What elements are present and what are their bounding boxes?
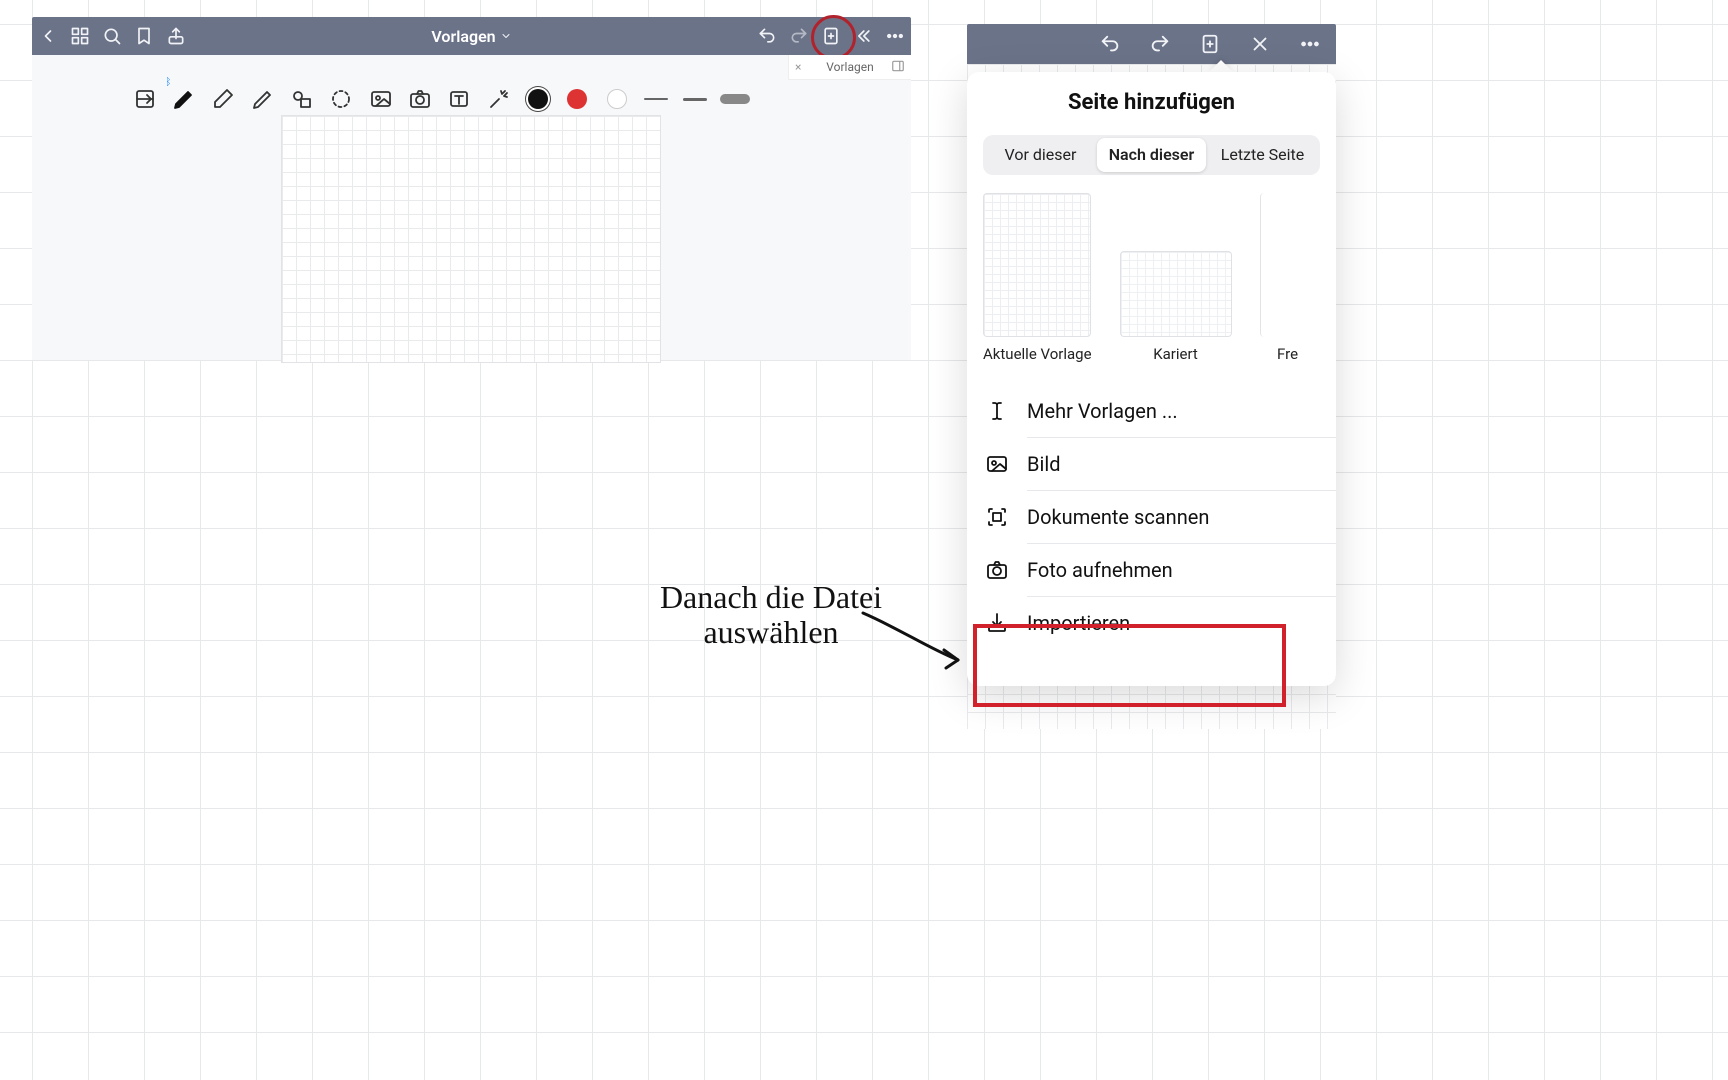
app1-page-thumbnail[interactable] xyxy=(282,116,660,362)
add-page-menu: Mehr Vorlagen ... Bild Dokumente scannen… xyxy=(967,385,1336,649)
app2-redo-icon[interactable] xyxy=(1142,26,1178,62)
popover-caret xyxy=(1209,60,1233,72)
highlighter-tool-icon[interactable] xyxy=(248,83,277,115)
share-icon[interactable] xyxy=(160,26,192,46)
app1-top-bar: Vorlagen xyxy=(32,17,911,55)
add-page-popover: Seite hinzufügen Vor dieser Nach dieser … xyxy=(967,72,1336,686)
redo-icon[interactable] xyxy=(783,26,815,46)
app2-close-icon[interactable] xyxy=(1242,26,1278,62)
template-squared-thumb xyxy=(1120,251,1232,337)
app1-tab[interactable]: × Vorlagen xyxy=(788,55,911,80)
menu-more-templates[interactable]: Mehr Vorlagen ... xyxy=(967,385,1336,437)
app1-tab-label: Vorlagen xyxy=(826,60,873,74)
segment-after-this[interactable]: Nach dieser xyxy=(1097,138,1206,172)
camera-icon xyxy=(985,558,1009,582)
bookmark-icon[interactable] xyxy=(128,26,160,46)
menu-scan-documents[interactable]: Dokumente scannen xyxy=(967,491,1336,543)
line-medium[interactable] xyxy=(681,83,710,115)
text-tool-icon[interactable] xyxy=(445,83,474,115)
thumbnails-icon[interactable] xyxy=(64,26,96,46)
laser-tool-icon[interactable] xyxy=(484,83,513,115)
menu-import[interactable]: Importieren xyxy=(967,597,1336,649)
lasso-tool-icon[interactable] xyxy=(327,83,356,115)
color-red-swatch[interactable] xyxy=(563,83,592,115)
template-free-label: Fre xyxy=(1277,345,1298,363)
menu-import-label: Importieren xyxy=(1027,611,1130,635)
app1-title-text: Vorlagen xyxy=(431,27,495,46)
app2-undo-icon[interactable] xyxy=(1092,26,1128,62)
undo-icon[interactable] xyxy=(751,26,783,46)
image-tool-icon[interactable] xyxy=(366,83,395,115)
back-icon[interactable] xyxy=(32,26,64,46)
tool-strip: ᛒ xyxy=(130,82,750,116)
color-black-swatch[interactable] xyxy=(523,83,552,115)
template-squared[interactable]: Kariert xyxy=(1120,251,1232,363)
templates-row: Aktuelle Vorlage Kariert Fre xyxy=(967,193,1336,363)
popover-title: Seite hinzufügen xyxy=(967,72,1336,125)
app1-title[interactable]: Vorlagen xyxy=(192,27,751,46)
add-page-icon[interactable] xyxy=(815,26,847,46)
menu-image-label: Bild xyxy=(1027,452,1060,476)
tab-layout-icon[interactable] xyxy=(891,59,905,76)
template-free-thumb xyxy=(1260,193,1316,337)
line-thick[interactable] xyxy=(720,83,750,115)
template-current-label: Aktuelle Vorlage xyxy=(983,345,1092,363)
template-current[interactable]: Aktuelle Vorlage xyxy=(983,193,1092,363)
eraser-tool-icon[interactable] xyxy=(209,83,238,115)
menu-take-photo[interactable]: Foto aufnehmen xyxy=(967,544,1336,596)
menu-photo-label: Foto aufnehmen xyxy=(1027,558,1173,582)
more-icon[interactable] xyxy=(879,26,911,46)
import-icon xyxy=(985,611,1009,635)
shapes-tool-icon[interactable] xyxy=(287,83,316,115)
position-segmented-control: Vor dieser Nach dieser Letzte Seite xyxy=(983,135,1320,175)
close-tab-icon[interactable]: × xyxy=(795,60,801,74)
bluetooth-badge-icon: ᛒ xyxy=(165,77,171,88)
template-squared-label: Kariert xyxy=(1153,345,1198,363)
search-icon[interactable] xyxy=(96,26,128,46)
segment-before-this[interactable]: Vor dieser xyxy=(986,138,1095,172)
template-current-thumb xyxy=(983,193,1091,337)
scan-icon xyxy=(985,505,1009,529)
segment-last-page[interactable]: Letzte Seite xyxy=(1208,138,1317,172)
menu-image[interactable]: Bild xyxy=(967,438,1336,490)
app2-add-page-icon[interactable] xyxy=(1192,26,1228,62)
camera-tool-icon[interactable] xyxy=(405,83,434,115)
line-thin[interactable] xyxy=(641,83,670,115)
text-cursor-icon xyxy=(985,399,1009,423)
menu-scan-label: Dokumente scannen xyxy=(1027,505,1209,529)
menu-more-templates-label: Mehr Vorlagen ... xyxy=(1027,399,1178,423)
zoom-tool-icon[interactable] xyxy=(130,83,159,115)
app2-more-icon[interactable] xyxy=(1292,26,1328,62)
image-icon xyxy=(985,452,1009,476)
template-free[interactable]: Fre xyxy=(1260,193,1316,363)
color-white-swatch[interactable] xyxy=(602,83,631,115)
app2-top-bar xyxy=(967,24,1336,64)
pen-tool-icon[interactable]: ᛒ xyxy=(169,83,198,115)
sidebar-toggle-icon[interactable] xyxy=(847,26,879,46)
